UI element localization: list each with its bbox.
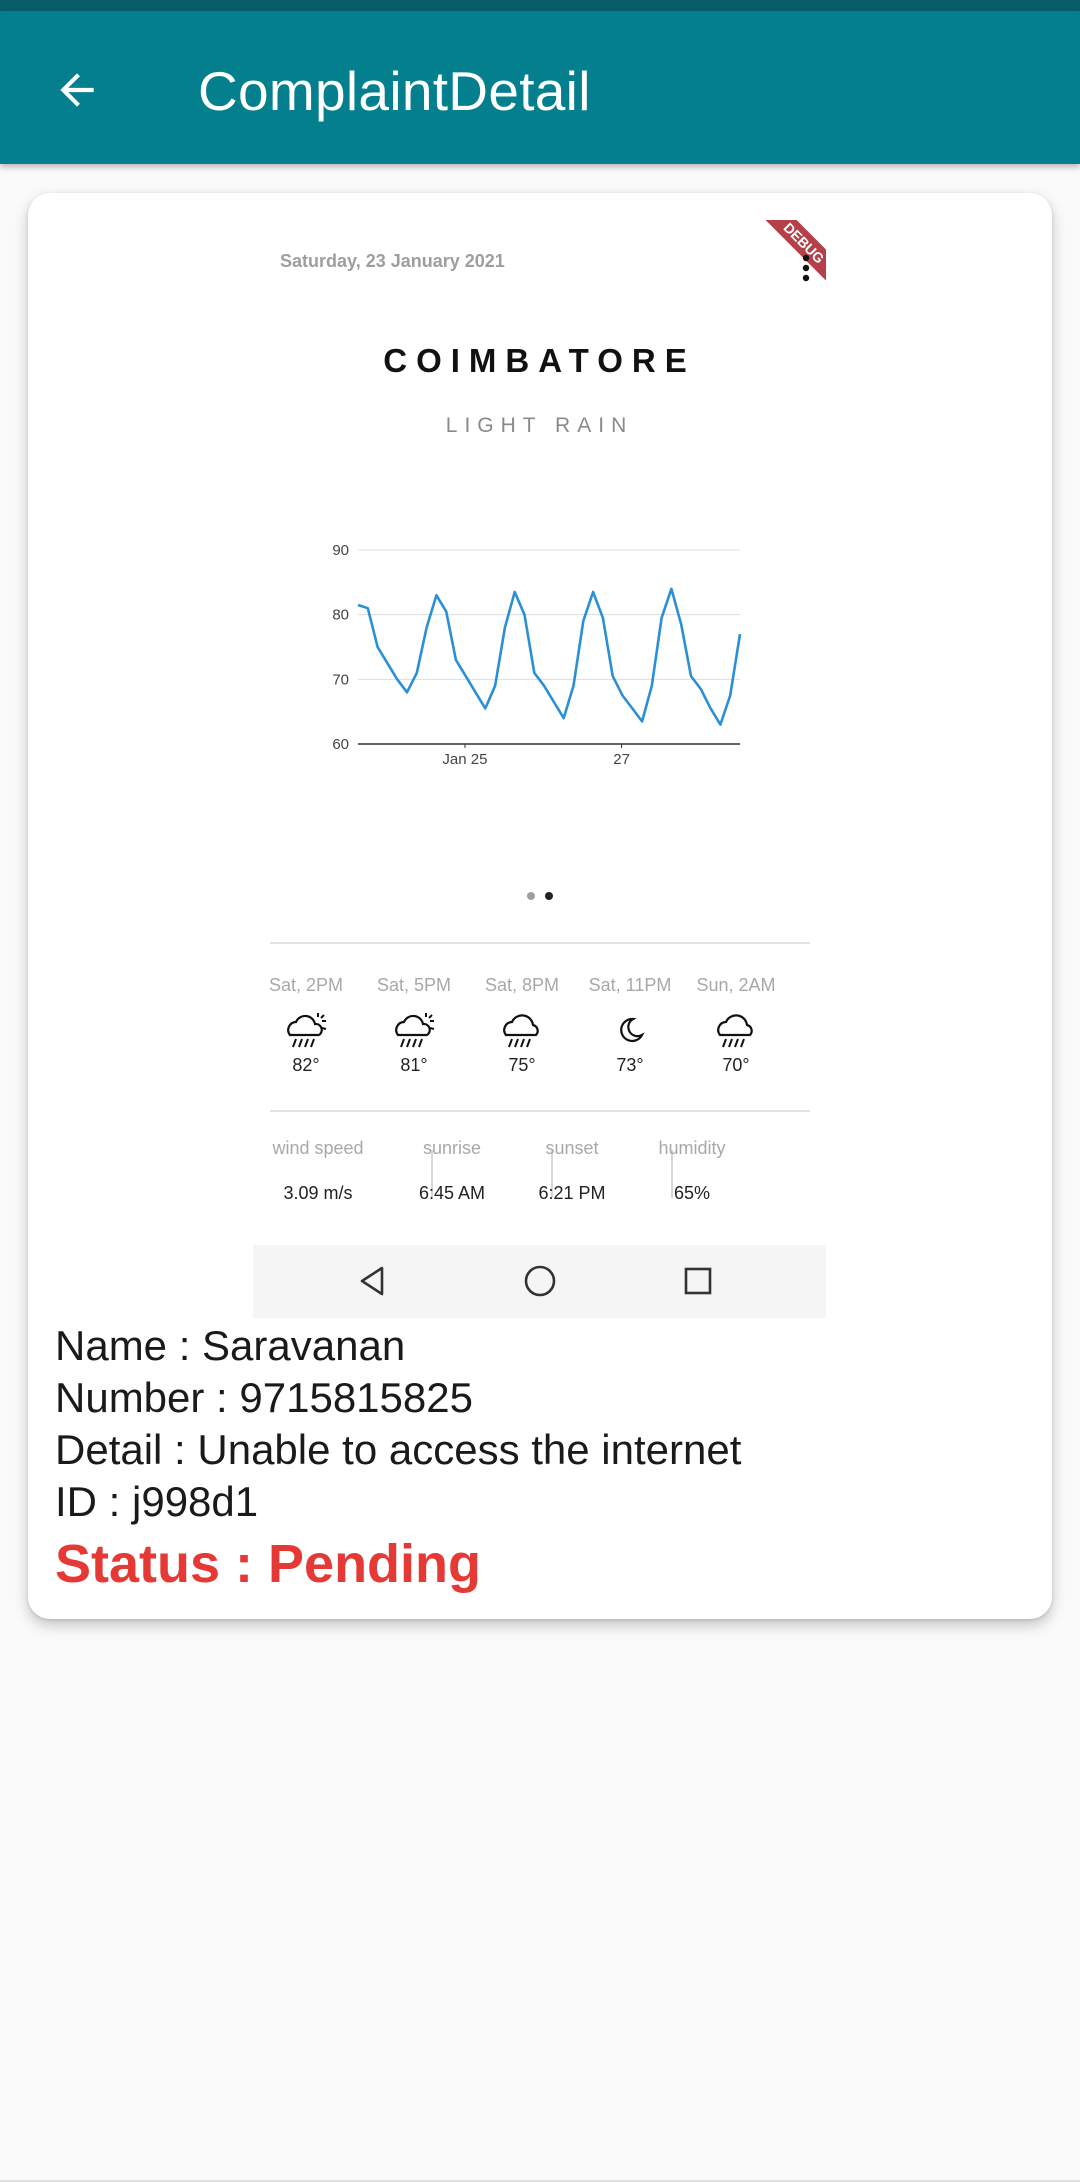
divider bbox=[270, 1110, 810, 1112]
stat-label: sunrise bbox=[422, 1138, 482, 1158]
page-dot bbox=[526, 892, 535, 900]
stat-label: humidity bbox=[658, 1138, 726, 1158]
stat-value: 6:21 PM bbox=[538, 1183, 606, 1203]
forecast-temp: 73° bbox=[616, 1055, 644, 1075]
temperature-chart: 60 70 80 90 Jan 25 27 bbox=[332, 542, 742, 768]
hourly-forecast: Sat, 2PM 82° Sat, 5PM 81° Sat, 8PM 75° S… bbox=[253, 975, 826, 1095]
complaint-number: Number : 9715815825 bbox=[55, 1374, 473, 1421]
forecast-time: Sat, 2PM bbox=[268, 975, 344, 995]
arrow-back-icon bbox=[60, 73, 94, 107]
forecast-item: Sat, 5PM 81° bbox=[360, 975, 468, 1076]
forecast-time: Sat, 11PM bbox=[588, 975, 672, 995]
forecast-temp: 75° bbox=[508, 1055, 536, 1075]
nav-home-icon[interactable] bbox=[522, 1263, 558, 1299]
complaint-name: Name : Saravanan bbox=[55, 1322, 406, 1369]
complaint-detail: Detail : Unable to access the internet bbox=[55, 1426, 742, 1473]
weather-stats: wind speed 3.09 m/s sunrise 6:45 AM suns… bbox=[253, 1138, 826, 1208]
stat-value: 6:45 AM bbox=[418, 1183, 486, 1203]
stat-sunrise: sunrise 6:45 AM bbox=[392, 1138, 512, 1204]
forecast-time: Sun, 2AM bbox=[696, 975, 776, 995]
stat-wind-speed: wind speed 3.09 m/s bbox=[258, 1138, 378, 1204]
stat-sunset: sunset 6:21 PM bbox=[512, 1138, 632, 1204]
temperature-series-line bbox=[357, 587, 742, 726]
chart-y-tick-label: 60 bbox=[332, 736, 349, 753]
nav-back-icon[interactable] bbox=[354, 1263, 390, 1299]
chart-x-tick-label: Jan 25 bbox=[442, 751, 487, 768]
page-dot-active bbox=[544, 892, 553, 900]
back-button[interactable] bbox=[40, 53, 114, 127]
forecast-temp: 70° bbox=[722, 1055, 750, 1075]
moon-icon bbox=[620, 1017, 645, 1043]
forecast-item: Sat, 2PM 82° bbox=[253, 975, 360, 1076]
system-nav-bar bbox=[253, 1245, 826, 1318]
weather-date: Saturday, 23 January 2021 bbox=[280, 251, 505, 271]
weather-screenshot: Saturday, 23 January 2021 DEBUG COIMBATO… bbox=[253, 220, 826, 1318]
stat-value: 65% bbox=[673, 1183, 711, 1203]
rain-cloud-icon bbox=[717, 1014, 753, 1048]
stat-label: sunset bbox=[545, 1138, 599, 1158]
more-vert-icon[interactable] bbox=[796, 250, 816, 290]
forecast-time: Sat, 5PM bbox=[376, 975, 452, 995]
stat-value: 3.09 m/s bbox=[283, 1183, 353, 1203]
app-bar: ComplaintDetail bbox=[0, 11, 1080, 164]
nav-recents-icon[interactable] bbox=[680, 1263, 716, 1299]
stat-label: wind speed bbox=[272, 1138, 364, 1158]
chart-y-tick-label: 70 bbox=[332, 671, 349, 688]
complaint-id: ID : j998d1 bbox=[55, 1478, 259, 1525]
forecast-temp: 81° bbox=[400, 1055, 428, 1075]
page-title: ComplaintDetail bbox=[198, 60, 591, 122]
city-name: COIMBATORE bbox=[383, 342, 696, 379]
chart-y-tick-label: 80 bbox=[332, 607, 349, 624]
weather-condition: LIGHT RAIN bbox=[445, 414, 634, 437]
stat-humidity: humidity 65% bbox=[632, 1138, 752, 1204]
divider bbox=[270, 942, 810, 944]
status-bar bbox=[0, 0, 1080, 11]
forecast-item: Sat, 8PM 75° bbox=[468, 975, 576, 1076]
forecast-time: Sat, 8PM bbox=[484, 975, 560, 995]
forecast-item: Sat, 11PM 73° bbox=[576, 975, 684, 1076]
rain-sun-icon bbox=[287, 1013, 327, 1048]
forecast-temp: 82° bbox=[292, 1055, 320, 1075]
chart-y-tick-label: 90 bbox=[332, 542, 349, 559]
rain-sun-icon bbox=[395, 1013, 435, 1048]
chart-x-tick-label: 27 bbox=[613, 751, 630, 768]
complaint-info: Name : Saravanan Number : 9715815825 Det… bbox=[55, 1320, 741, 1596]
page-indicator bbox=[253, 892, 826, 900]
forecast-item: Sun, 2AM 70° bbox=[682, 975, 790, 1076]
rain-cloud-icon bbox=[503, 1014, 539, 1048]
complaint-status: Status : Pending bbox=[55, 1534, 482, 1594]
